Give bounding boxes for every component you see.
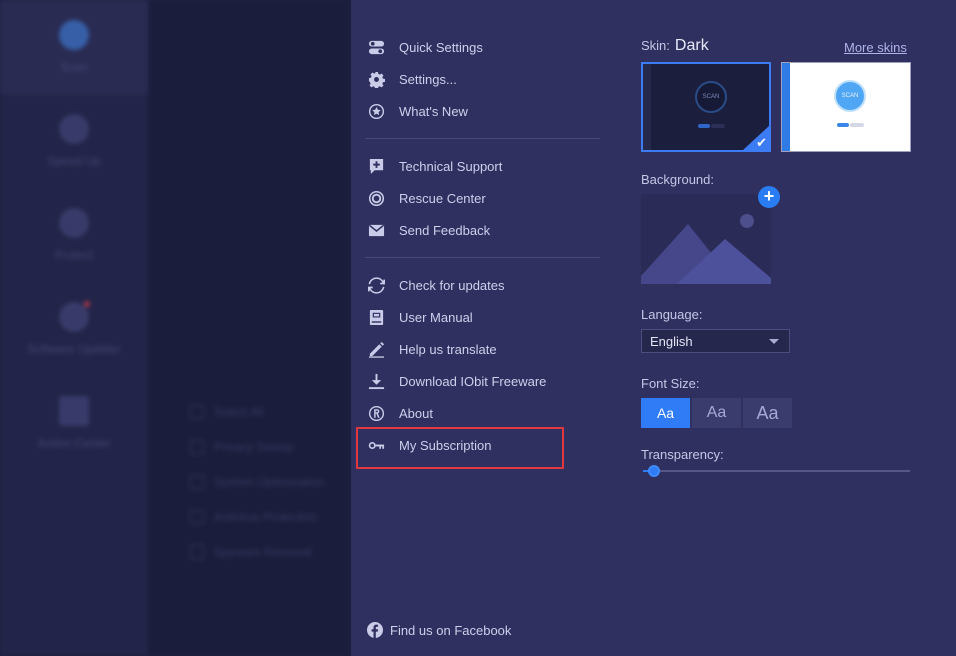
skin-heading: Skin: Dark [641, 37, 709, 55]
skin-label: Skin: [641, 38, 670, 53]
bg-check-label: Select All [214, 405, 264, 419]
background-app: Scan Speed Up Protect Software Updater A… [0, 0, 351, 656]
bg-check-item: Antivirus Protection [190, 510, 317, 524]
skin-current: Dark [674, 37, 709, 54]
bg-nav-software-updater: Software Updater [0, 282, 148, 376]
mountain-image-icon [641, 214, 771, 284]
language-label: Language: [641, 307, 703, 322]
bg-check-item: Select All [190, 405, 263, 419]
menu-rescue-center[interactable]: Rescue Center [367, 186, 486, 210]
grid-icon [59, 396, 89, 426]
menu-label: Technical Support [399, 158, 503, 174]
plus-icon[interactable]: + [758, 186, 780, 208]
notification-dot [84, 301, 90, 307]
gear-icon [367, 70, 385, 88]
speed-icon [59, 114, 89, 144]
bg-nav-label: Speed Up [47, 154, 101, 168]
more-skins-link[interactable]: More skins [844, 40, 907, 55]
font-size-label: Font Size: [641, 376, 700, 391]
menu-divider [365, 257, 600, 258]
refresh-icon [367, 276, 385, 294]
menu-divider [365, 138, 600, 139]
language-select[interactable]: English [641, 329, 790, 353]
menu-label: About [399, 405, 433, 421]
star-circle-icon [367, 102, 385, 120]
menu-check-updates[interactable]: Check for updates [367, 273, 505, 297]
transparency-slider[interactable] [643, 470, 910, 472]
download-icon [367, 372, 385, 390]
book-icon [367, 308, 385, 326]
registered-icon [367, 404, 385, 422]
transparency-label: Transparency: [641, 447, 724, 462]
bg-check-label: Spyware Removal [214, 545, 312, 559]
checkmark-icon: ✔ [756, 135, 767, 150]
bg-nav-speed-up: Speed Up [0, 94, 148, 188]
bg-nav-label: Action Center [37, 436, 111, 450]
bg-nav-label: Protect [54, 248, 93, 262]
menu-label: Download IObit Freeware [399, 373, 547, 389]
font-size-options: Aa Aa Aa [641, 398, 794, 428]
thumb-scan-button: SCAN [834, 80, 866, 112]
menu-download-freeware[interactable]: Download IObit Freeware [367, 369, 546, 393]
menu-about[interactable]: About [367, 401, 433, 425]
background-label: Background: [641, 172, 714, 187]
bg-check-item: Spyware Removal [190, 545, 311, 559]
toggle-switch-icon [367, 38, 385, 56]
menu-user-manual[interactable]: User Manual [367, 305, 473, 329]
menu-technical-support[interactable]: Technical Support [367, 154, 502, 178]
menu-label: Rescue Center [399, 190, 486, 206]
thumb-bar [698, 124, 710, 128]
bg-nav-scan: Scan [0, 0, 148, 94]
bg-check-label: System Optimization [214, 475, 325, 489]
facebook-link[interactable]: Find us on Facebook [367, 622, 511, 638]
skin-thumb-light[interactable]: SCAN [781, 62, 911, 152]
thumb-sidebar [643, 64, 651, 150]
skin-thumb-dark[interactable]: SCAN ✔ [641, 62, 771, 152]
bg-nav-label: Scan [60, 60, 88, 74]
support-chat-icon [367, 157, 385, 175]
settings-panel: Quick Settings Settings... What's New Te… [351, 0, 956, 656]
menu-label: Settings... [399, 71, 457, 87]
bg-nav-protect: Protect [0, 188, 148, 282]
bg-check-item: System Optimization [190, 475, 324, 489]
menu-label: Send Feedback [399, 222, 491, 238]
bg-check-label: Antivirus Protection [214, 510, 318, 524]
scan-icon [59, 20, 89, 50]
menu-label: What's New [399, 103, 468, 119]
menu-label: Help us translate [399, 341, 497, 357]
menu-settings[interactable]: Settings... [367, 67, 457, 91]
thumb-bar [711, 124, 725, 128]
menu-label: Quick Settings [399, 39, 483, 55]
thumb-sidebar [782, 63, 790, 151]
lifebuoy-icon [367, 189, 385, 207]
chevron-down-icon [769, 338, 779, 344]
bg-check-label: Privacy Sweep [214, 440, 294, 454]
background-image-preview[interactable] [641, 194, 771, 284]
font-size-large-button[interactable]: Aa [743, 398, 792, 428]
shield-icon [59, 208, 89, 238]
slider-thumb[interactable] [647, 465, 660, 477]
bg-sidebar: Scan Speed Up Protect Software Updater A… [0, 0, 148, 656]
thumb-bar [837, 123, 849, 127]
envelope-icon [367, 221, 385, 239]
thumb-bar [850, 123, 864, 127]
menu-quick-settings[interactable]: Quick Settings [367, 35, 483, 59]
menu-label: User Manual [399, 309, 473, 325]
font-size-medium-button[interactable]: Aa [692, 398, 741, 428]
font-size-small-button[interactable]: Aa [641, 398, 690, 428]
menu-label: Check for updates [399, 277, 505, 293]
language-value: English [650, 333, 693, 349]
bg-check-item: Privacy Sweep [190, 440, 293, 454]
facebook-label: Find us on Facebook [390, 622, 512, 638]
bg-nav-action-center: Action Center [0, 376, 148, 470]
menu-send-feedback[interactable]: Send Feedback [367, 218, 490, 242]
highlight-box [356, 427, 564, 469]
bg-nav-label: Software Updater [27, 342, 121, 356]
menu-help-translate[interactable]: Help us translate [367, 337, 497, 361]
thumb-scan-button: SCAN [695, 81, 727, 113]
facebook-icon [367, 622, 383, 638]
pencil-icon [367, 340, 385, 358]
menu-whats-new[interactable]: What's New [367, 99, 468, 123]
